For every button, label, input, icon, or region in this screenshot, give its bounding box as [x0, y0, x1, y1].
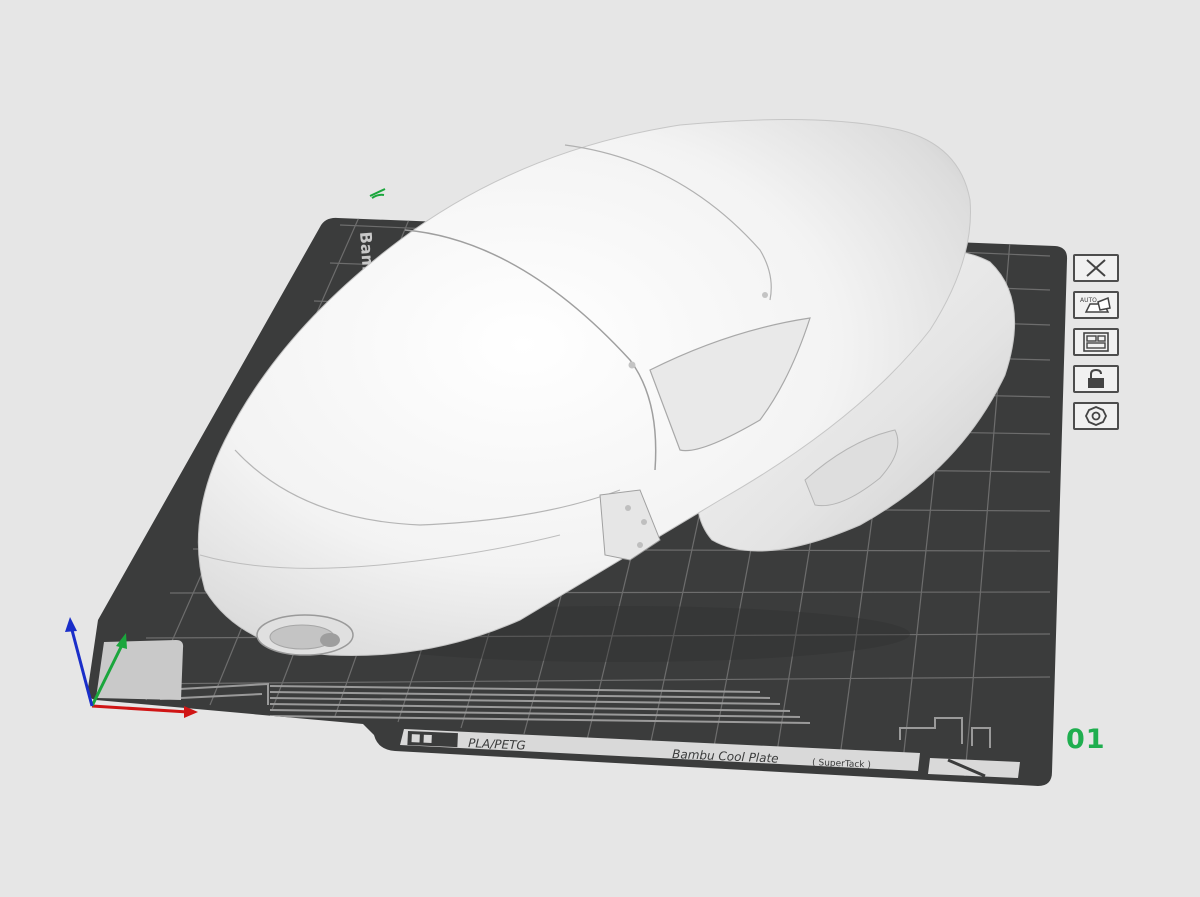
plate-toolbar: AUTO [1073, 254, 1123, 430]
scene-canvas[interactable]: Bambu PLA/PETG Bambu Cool Plate ( SuperT… [0, 0, 1200, 893]
auto-badge: AUTO [1080, 297, 1097, 304]
filament-label: PLA/PETG [468, 736, 526, 753]
z-axis-line [70, 629, 94, 707]
auto-orient-button[interactable]: AUTO [1073, 291, 1119, 319]
3d-viewport[interactable]: Bambu PLA/PETG Bambu Cool Plate ( SuperT… [0, 0, 1200, 893]
plate-number[interactable]: 01 [1066, 724, 1106, 755]
arrange-icon [1083, 332, 1109, 352]
auto-orient-icon: AUTO [1080, 296, 1111, 313]
lock-plate-button[interactable] [1073, 365, 1119, 393]
gear-icon [1084, 406, 1108, 426]
plate-origin-marker-icon [369, 188, 386, 199]
close-plate-button[interactable] [1073, 254, 1119, 282]
z-axis-arrow-icon [65, 617, 77, 632]
plate-settings-button[interactable] [1073, 402, 1119, 430]
close-icon [1086, 259, 1106, 277]
arrange-button[interactable] [1073, 328, 1119, 356]
lock-icon [1088, 368, 1104, 388]
